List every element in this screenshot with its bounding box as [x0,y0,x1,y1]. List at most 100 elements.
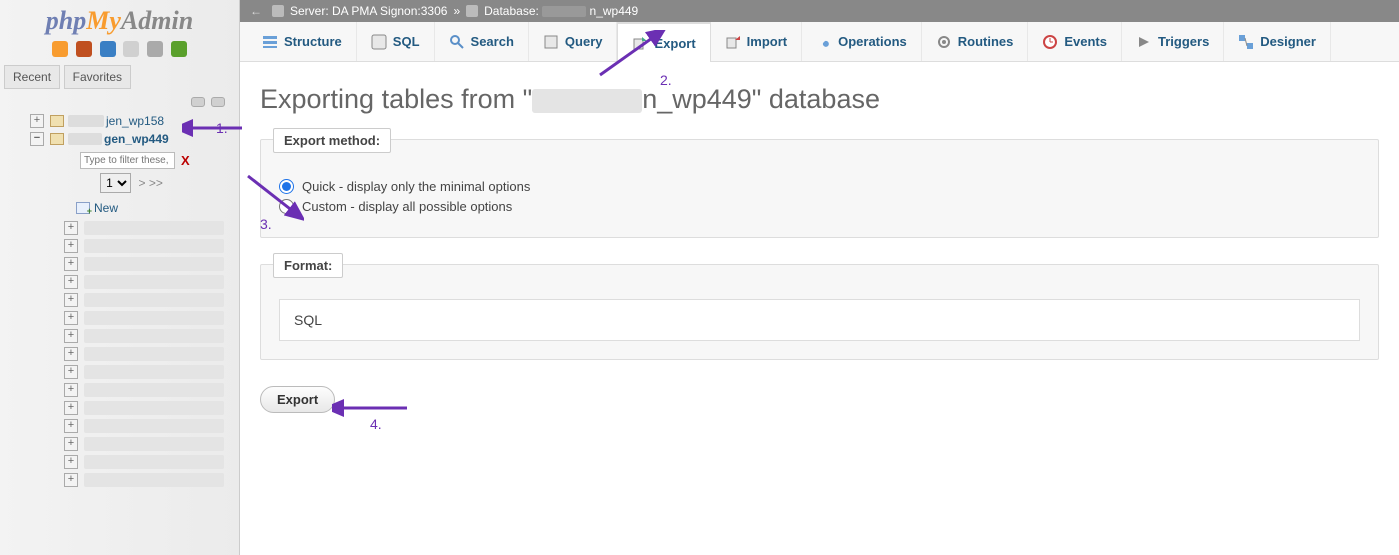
tab-label: Operations [838,34,907,49]
table-row[interactable]: + [64,255,239,273]
search-icon [449,34,465,50]
new-table-icon [76,202,90,214]
tab-events[interactable]: Events [1028,22,1122,61]
breadcrumb-db-suffix: n_wp449 [590,4,639,18]
format-legend: Format: [273,253,343,278]
tab-triggers[interactable]: Triggers [1122,22,1224,61]
tab-import[interactable]: Import [711,22,802,61]
sql-window-icon[interactable] [123,41,139,57]
link-icon[interactable] [211,97,225,107]
format-select[interactable]: SQL [279,299,1360,341]
database-name-suffix: jen_wp158 [106,114,164,128]
collapse-toggle-icon[interactable]: − [30,132,44,146]
table-name-redacted [84,401,224,415]
table-name-redacted [84,419,224,433]
table-name-redacted [84,275,224,289]
table-row[interactable]: + [64,309,239,327]
export-icon [632,35,648,51]
tab-label: Routines [958,34,1014,49]
table-row[interactable]: + [64,381,239,399]
docs-icon[interactable] [100,41,116,57]
tab-export[interactable]: Export [617,22,710,62]
reload-icon[interactable] [171,41,187,57]
table-row[interactable]: + [64,327,239,345]
expand-toggle-icon[interactable]: + [64,221,78,235]
favorites-tab[interactable]: Favorites [64,65,131,89]
expand-toggle-icon[interactable]: + [64,257,78,271]
query-icon [543,34,559,50]
database-tree: + jen_wp158 − gen_wp449 X 1 > >> New + [0,112,239,489]
tab-query[interactable]: Query [529,22,618,61]
breadcrumb-database[interactable]: Database: n_wp449 [484,4,638,18]
phpmyadmin-logo: phpMyAdmin [0,0,239,38]
expand-toggle-icon[interactable]: + [64,455,78,469]
logout-icon[interactable] [76,41,92,57]
table-row[interactable]: + [64,453,239,471]
expand-toggle-icon[interactable]: + [64,401,78,415]
new-table-link[interactable]: New [24,199,239,219]
expand-toggle-icon[interactable]: + [64,347,78,361]
tab-routines[interactable]: Routines [922,22,1029,61]
radio-custom-label: Custom - display all possible options [302,199,512,214]
radio-custom[interactable] [279,199,294,214]
page-title: Exporting tables from "n_wp449" database [260,84,1379,115]
db-name-redacted [68,133,102,145]
tab-operations[interactable]: Operations [802,22,922,61]
tab-designer[interactable]: Designer [1224,22,1331,61]
logo-part-php: php [46,6,86,35]
page-next-buttons[interactable]: > >> [138,176,162,190]
table-row[interactable]: + [64,291,239,309]
expand-toggle-icon[interactable]: + [64,437,78,451]
tab-structure[interactable]: Structure [248,22,357,61]
trigger-icon [1136,34,1152,50]
home-icon[interactable] [52,41,68,57]
radio-quick[interactable] [279,179,294,194]
breadcrumb-db-prefix: Database: [484,4,542,18]
table-row[interactable]: + [64,237,239,255]
filter-input[interactable] [80,152,175,169]
expand-toggle-icon[interactable]: + [64,365,78,379]
export-button[interactable]: Export [260,386,335,413]
breadcrumb-server[interactable]: Server: DA PMA Signon:3306 [290,4,447,18]
expand-toggle-icon[interactable]: + [64,293,78,307]
settings-icon[interactable] [147,41,163,57]
back-arrow-icon[interactable]: ← [250,4,262,18]
table-row[interactable]: + [64,273,239,291]
export-method-custom[interactable]: Custom - display all possible options [279,199,1360,214]
table-row[interactable]: + [64,345,239,363]
table-name-redacted [84,383,224,397]
expand-toggle-icon[interactable]: + [64,383,78,397]
database-node[interactable]: + jen_wp158 [24,112,239,130]
table-name-redacted [84,257,224,271]
database-node-selected[interactable]: − gen_wp449 [24,130,239,148]
tab-label: Designer [1260,34,1316,49]
tab-label: Export [654,36,695,51]
main-content: Exporting tables from "n_wp449" database… [240,62,1399,555]
tab-label: SQL [393,34,420,49]
radio-quick-label: Quick - display only the minimal options [302,179,530,194]
database-icon [50,115,64,127]
table-row[interactable]: + [64,363,239,381]
filter-clear-button[interactable]: X [181,153,190,168]
wrench-icon [816,34,832,50]
tab-search[interactable]: Search [435,22,529,61]
table-row[interactable]: + [64,435,239,453]
table-row[interactable]: + [64,471,239,489]
export-method-quick[interactable]: Quick - display only the minimal options [279,179,1360,194]
table-name-redacted [84,365,224,379]
expand-toggle-icon[interactable]: + [64,329,78,343]
expand-toggle-icon[interactable]: + [64,275,78,289]
expand-toggle-icon[interactable]: + [30,114,44,128]
expand-toggle-icon[interactable]: + [64,311,78,325]
expand-toggle-icon[interactable]: + [64,473,78,487]
table-name-redacted [84,239,224,253]
table-row[interactable]: + [64,399,239,417]
expand-toggle-icon[interactable]: + [64,419,78,433]
table-row[interactable]: + [64,417,239,435]
table-row[interactable]: + [64,219,239,237]
collapse-all-icon[interactable] [191,97,205,107]
recent-tab[interactable]: Recent [4,65,60,89]
tab-sql[interactable]: SQL [357,22,435,61]
page-select[interactable]: 1 [100,173,131,193]
expand-toggle-icon[interactable]: + [64,239,78,253]
